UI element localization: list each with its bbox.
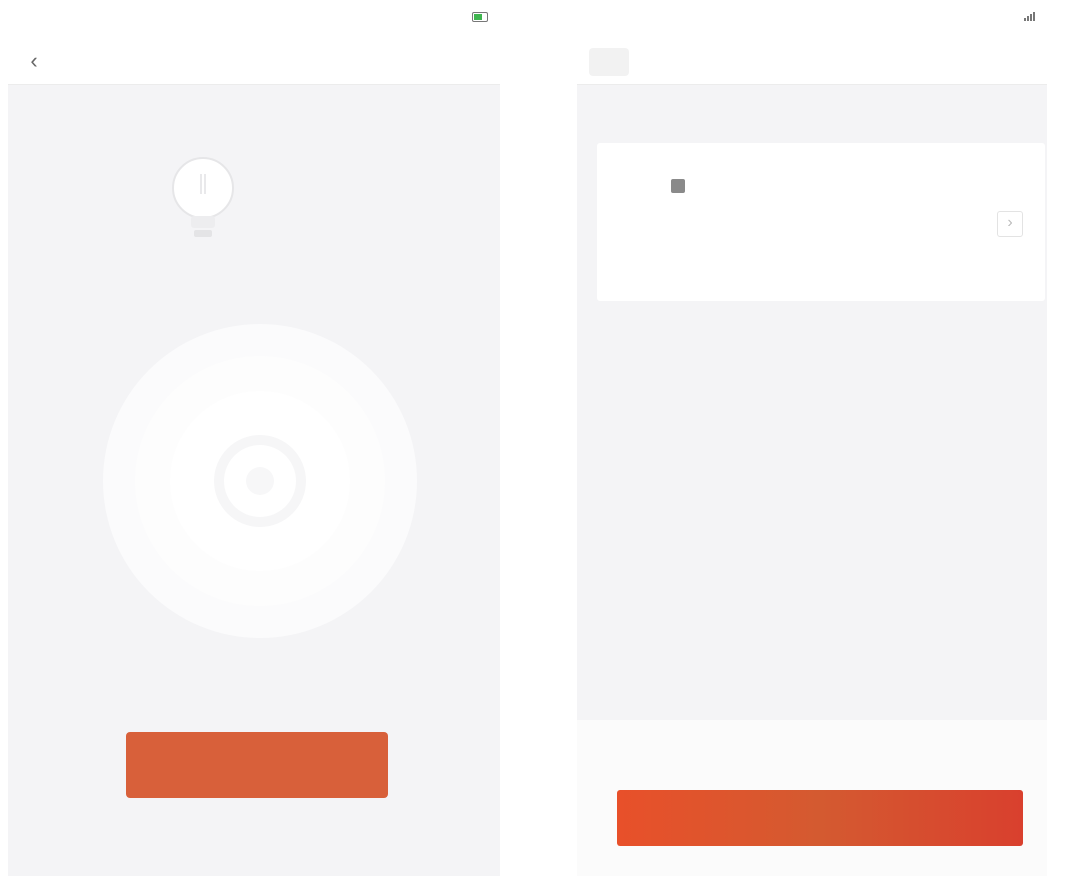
nav-bar: ‹ <box>8 40 500 85</box>
battery-icon <box>472 12 488 22</box>
radar-circles <box>103 324 417 638</box>
search-device-screen: ‹ <box>8 0 500 876</box>
chevron-right-icon[interactable]: › <box>997 211 1023 237</box>
nav-left-button[interactable] <box>589 48 629 76</box>
device-checkbox[interactable] <box>671 179 685 193</box>
add-device-screen: › <box>577 0 1047 876</box>
status-bar <box>8 0 500 40</box>
confirm-button[interactable] <box>617 790 1023 846</box>
done-button[interactable] <box>126 732 388 798</box>
nav-bar <box>577 40 1047 85</box>
status-right <box>468 12 488 22</box>
found-device-card[interactable]: › <box>597 143 1045 301</box>
bulb-device <box>163 150 243 270</box>
signal-icon <box>1024 12 1035 21</box>
light-bulb-icon <box>172 157 234 237</box>
back-chevron-icon[interactable]: ‹ <box>22 50 46 74</box>
status-bar <box>577 0 1047 40</box>
scanning-radar <box>101 322 419 640</box>
status-right <box>1020 12 1035 21</box>
